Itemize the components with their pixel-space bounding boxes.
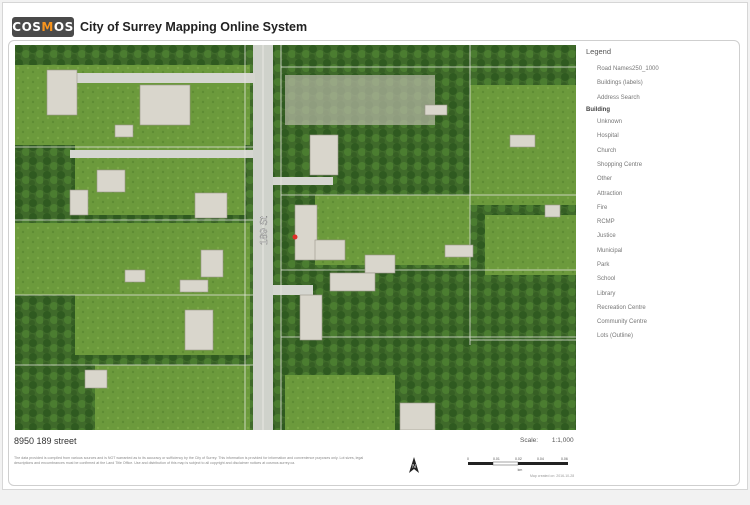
legend-swatch [586,262,592,268]
legend-item-label: Hospital [597,133,619,140]
aerial-map[interactable]: 189 St [15,45,576,430]
legend-title: Legend [586,47,612,56]
disclaimer: The data provided is compiled from vario… [14,456,364,465]
driveway [47,73,255,83]
legend-swatch [586,95,592,101]
legend-item[interactable]: Fire [586,201,736,215]
legend-item[interactable]: School [586,272,736,286]
map-reference: Map created on: 2016-10-28 [530,474,575,478]
legend-swatch [586,148,592,154]
legend-swatch [586,333,592,339]
legend-swatch [586,66,592,72]
legend-item-label: Library [597,290,616,297]
legend-item-label: Recreation Centre [597,304,646,311]
legend-item-label: Unknown [597,119,623,126]
legend-swatch [586,305,592,311]
legend-item[interactable]: Recreation Centre [586,301,736,315]
driveway [70,150,253,158]
legend-swatch [586,248,592,254]
legend-item[interactable]: Road Names250_1000 [586,62,736,76]
legend-swatch [586,276,592,282]
legend-swatch [586,176,592,182]
legend-item[interactable]: RCMP [586,215,736,229]
field [285,375,395,430]
legend-swatch [586,119,592,125]
legend-item[interactable]: Buildings (labels) [586,76,736,90]
scale-label: Scale: [520,437,539,444]
legend-item[interactable]: Shopping Centre [586,158,736,172]
driveway [273,177,333,185]
aerial-map-svg: 189 St [15,45,576,430]
legend-item[interactable]: Address Search [586,91,736,105]
legend-swatch [586,191,592,197]
scalebar-tick: 0 [467,457,469,461]
legend-item-label: Municipal [597,247,623,254]
scale-value: 1:1,000 [551,437,574,444]
scalebar-tick: 0.04 [537,457,544,461]
legend-item[interactable]: Other [586,172,736,186]
legend-swatch [586,205,592,211]
scalebar-segment [518,462,568,465]
legend-item[interactable]: Justice [586,229,736,243]
legend-item-label: Park [597,262,610,268]
north-arrow-icon: N [409,457,419,473]
logo-text: COSMOS [12,20,74,34]
legend-item[interactable]: Lots (Outline) [586,329,736,343]
legend-item-label: Shopping Centre [597,161,643,168]
field [95,365,250,430]
gravel-yard [285,75,435,125]
scalebar-segment [492,461,519,466]
legend-swatch [586,80,592,86]
scalebar-unit: km [518,468,523,472]
driveway [273,285,313,295]
legend-item-label: Other [597,176,613,183]
legend-swatch [586,291,592,297]
scalebar-segment [468,462,493,465]
north-label: N [412,464,416,470]
legend-swatch [586,162,592,168]
header: COSMOS City of Surrey Mapping Online Sys… [12,16,307,38]
legend: Legend Road Names250_1000 Buildings (lab… [586,47,736,344]
scalebar-tick: 0.06 [561,457,568,461]
field [485,215,576,275]
address-marker[interactable] [292,234,298,240]
legend-item[interactable]: Library [586,286,736,300]
legend-item-label: RCMP [597,219,615,226]
page-title: City of Surrey Mapping Online System [80,20,308,34]
legend-item-label: Justice [597,233,616,240]
scalebar-tick: 0.02 [515,457,522,461]
legend-item[interactable]: Church [586,143,736,157]
scale-readout: Scale: 1:1,000 [520,437,574,444]
address-text: 8950 189 street [14,436,77,446]
cosmos-logo[interactable]: COSMOS [12,17,74,37]
legend-item[interactable]: Municipal [586,244,736,258]
legend-swatch [586,319,592,325]
legend-item[interactable]: Park [586,258,736,272]
legend-group-items: Unknown Hospital Church Shopping Centre Othe… [586,115,736,344]
street-label: 189 St [259,216,270,245]
legend-swatch [586,133,592,139]
legend-item[interactable]: Attraction [586,186,736,200]
field [75,295,250,355]
legend-item[interactable]: Hospital [586,129,736,143]
legend-item-label: Church [597,147,617,154]
legend-item-label: Address Search [597,94,640,101]
legend-item[interactable]: Community Centre [586,315,736,329]
legend-item-label: Fire [597,204,608,211]
legend-item[interactable]: Unknown [586,115,736,129]
legend-item-label: Buildings (labels) [597,80,643,87]
legend-swatch [586,233,592,239]
legend-swatch [586,219,592,225]
legend-item-label: Community Centre [597,319,648,326]
legend-item-label: Attraction [597,190,623,197]
legend-group-label: Building [586,106,610,113]
legend-item-label: Lots (Outline) [597,333,634,340]
legend-item-label: School [597,276,616,283]
scalebar-tick: 0.01 [493,457,500,461]
legend-item-label: Road Names250_1000 [597,66,659,73]
